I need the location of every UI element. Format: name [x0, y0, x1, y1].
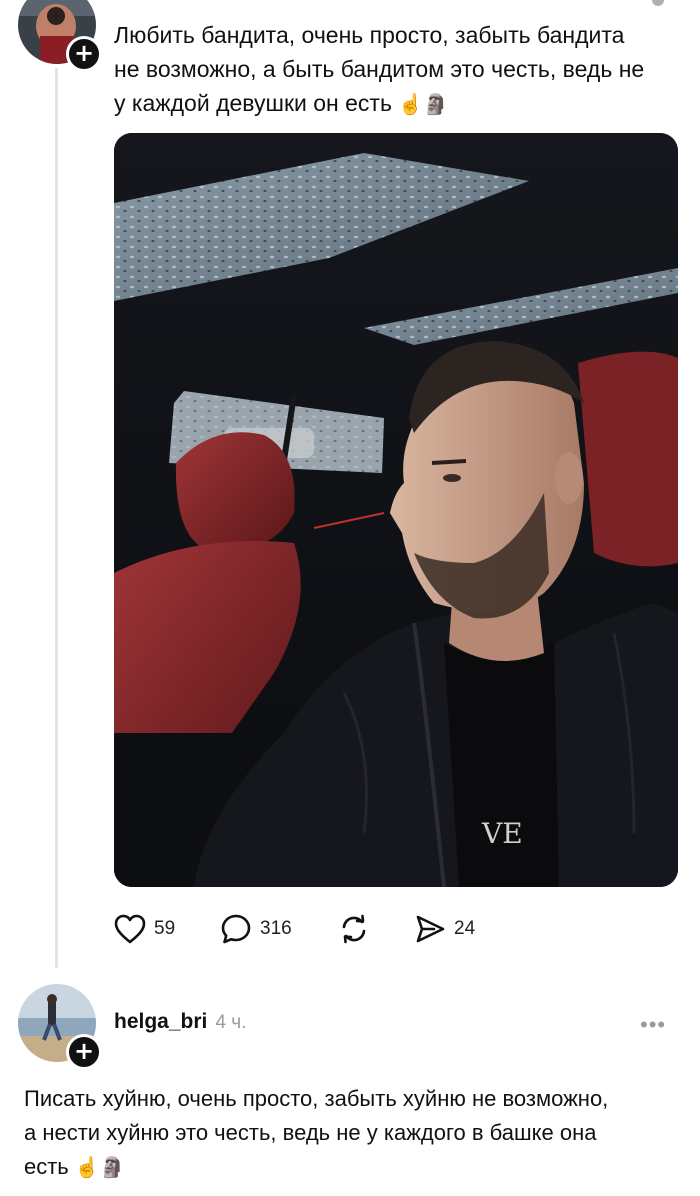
post-text: Любить бандита, очень просто, забыть бан…: [114, 18, 644, 121]
share-icon: [414, 913, 446, 945]
repost-button[interactable]: [338, 907, 370, 951]
shirt-logo-text: VE: [481, 817, 523, 850]
post-text-line: Любить бандита, очень просто, забыть бан…: [114, 22, 625, 48]
comment-icon: [220, 913, 252, 945]
follow-plus-icon[interactable]: +: [66, 1034, 102, 1070]
scroll-indicator: [652, 0, 664, 6]
share-count: 24: [454, 918, 476, 939]
heart-icon: [114, 914, 146, 944]
post-text-line: есть ☝️🗿: [24, 1154, 125, 1179]
thread-line: [55, 68, 58, 968]
post-text-line: у каждой девушки он есть ☝️🗿: [114, 90, 449, 116]
comment-count: 316: [260, 918, 292, 939]
post-header: helga_bri 4 ч.: [114, 1010, 246, 1034]
post-text: Писать хуйню, очень просто, забыть хуйню…: [24, 1082, 608, 1184]
username[interactable]: helga_bri: [114, 1010, 207, 1033]
emoji-finger-moai: ☝️🗿: [74, 1155, 125, 1179]
post-text-line: Писать хуйню, очень просто, забыть хуйню…: [24, 1086, 609, 1111]
post-photo[interactable]: VE: [114, 133, 678, 887]
like-count: 59: [154, 918, 176, 939]
post-time: 4 ч.: [215, 1012, 247, 1033]
repost-icon: [338, 913, 370, 945]
post-text-line: а нести хуйню это честь, ведь не у каждо…: [24, 1120, 597, 1145]
like-button[interactable]: 59: [114, 907, 175, 951]
post-text-line: не возможно, а быть бандитом это честь, …: [114, 56, 645, 82]
share-button[interactable]: 24: [414, 907, 475, 951]
emoji-finger-moai: ☝️🗿: [398, 92, 449, 116]
comment-button[interactable]: 316: [220, 907, 292, 951]
more-options-icon[interactable]: •••: [640, 1012, 666, 1038]
follow-plus-icon[interactable]: +: [66, 36, 102, 72]
